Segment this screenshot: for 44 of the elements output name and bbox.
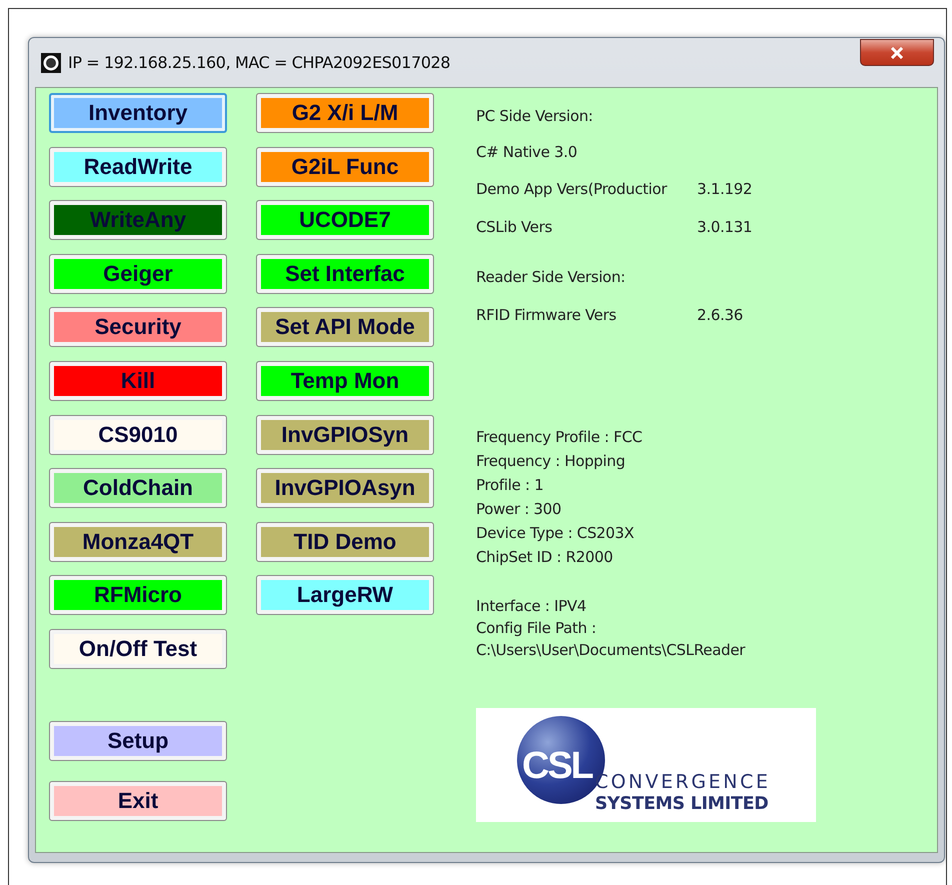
version-label: CSLib Vers (476, 218, 554, 236)
app-button[interactable]: G2 X/i L/M (256, 93, 434, 133)
info-text: Interface : IPV4 (476, 597, 586, 615)
app-button[interactable]: Exit (49, 780, 227, 821)
version-label: Demo App Vers(Productior (476, 180, 668, 198)
app-button[interactable]: LargeRW (256, 575, 434, 616)
version-label: RFID Firmware Vers (476, 306, 618, 324)
info-text: Power : 300 (476, 500, 562, 518)
close-icon (890, 46, 904, 58)
app-button[interactable]: TID Demo (256, 522, 434, 562)
app-button[interactable]: Setup (49, 720, 227, 761)
app-button[interactable]: InvGPIOAsyn (256, 468, 434, 508)
app-button[interactable]: InvGPIOSyn (256, 414, 434, 455)
app-button[interactable]: RFMicro (49, 575, 227, 616)
app-button[interactable]: Set Interfac (256, 254, 434, 294)
app-button[interactable]: Monza4QT (49, 522, 227, 562)
info-text: Config File Path : (476, 619, 596, 637)
app-icon (41, 52, 61, 72)
app-button[interactable]: Inventory (49, 93, 227, 133)
version-value: 2.6.36 (697, 306, 743, 324)
info-text: Frequency : Hopping (476, 452, 626, 470)
info-text: ChipSet ID : R2000 (476, 548, 613, 566)
app-button[interactable]: ReadWrite (49, 146, 227, 187)
app-button[interactable]: G2iL Func (256, 146, 434, 187)
app-button[interactable]: ColdChain (49, 468, 227, 508)
version-value: 3.0.131 (697, 218, 752, 236)
info-text: C:\Users\User\Documents\CSLReader (476, 641, 745, 659)
version-value: 3.1.192 (697, 180, 752, 198)
info-text: Profile : 1 (476, 476, 544, 494)
app-button[interactable]: Kill (49, 360, 227, 401)
app-button[interactable]: CS9010 (49, 414, 227, 455)
app-button[interactable]: On/Off Test (49, 628, 227, 669)
app-button[interactable]: Set API Mode (256, 307, 434, 348)
info-text: Device Type : CS203X (476, 524, 634, 542)
info-text: C# Native 3.0 (476, 143, 578, 161)
app-button[interactable]: Geiger (49, 254, 227, 294)
app-button[interactable]: Temp Mon (256, 360, 434, 401)
info-text: Frequency Profile : FCC (476, 428, 642, 446)
app-button[interactable]: UCODE7 (256, 200, 434, 240)
window-title: IP = 192.168.25.160, MAC = CHPA2092ES017028 (68, 53, 450, 72)
close-button[interactable] (860, 39, 934, 66)
section-heading: PC Side Version: (476, 107, 593, 125)
section-heading: Reader Side Version: (476, 268, 626, 286)
app-button[interactable]: Security (49, 307, 227, 348)
